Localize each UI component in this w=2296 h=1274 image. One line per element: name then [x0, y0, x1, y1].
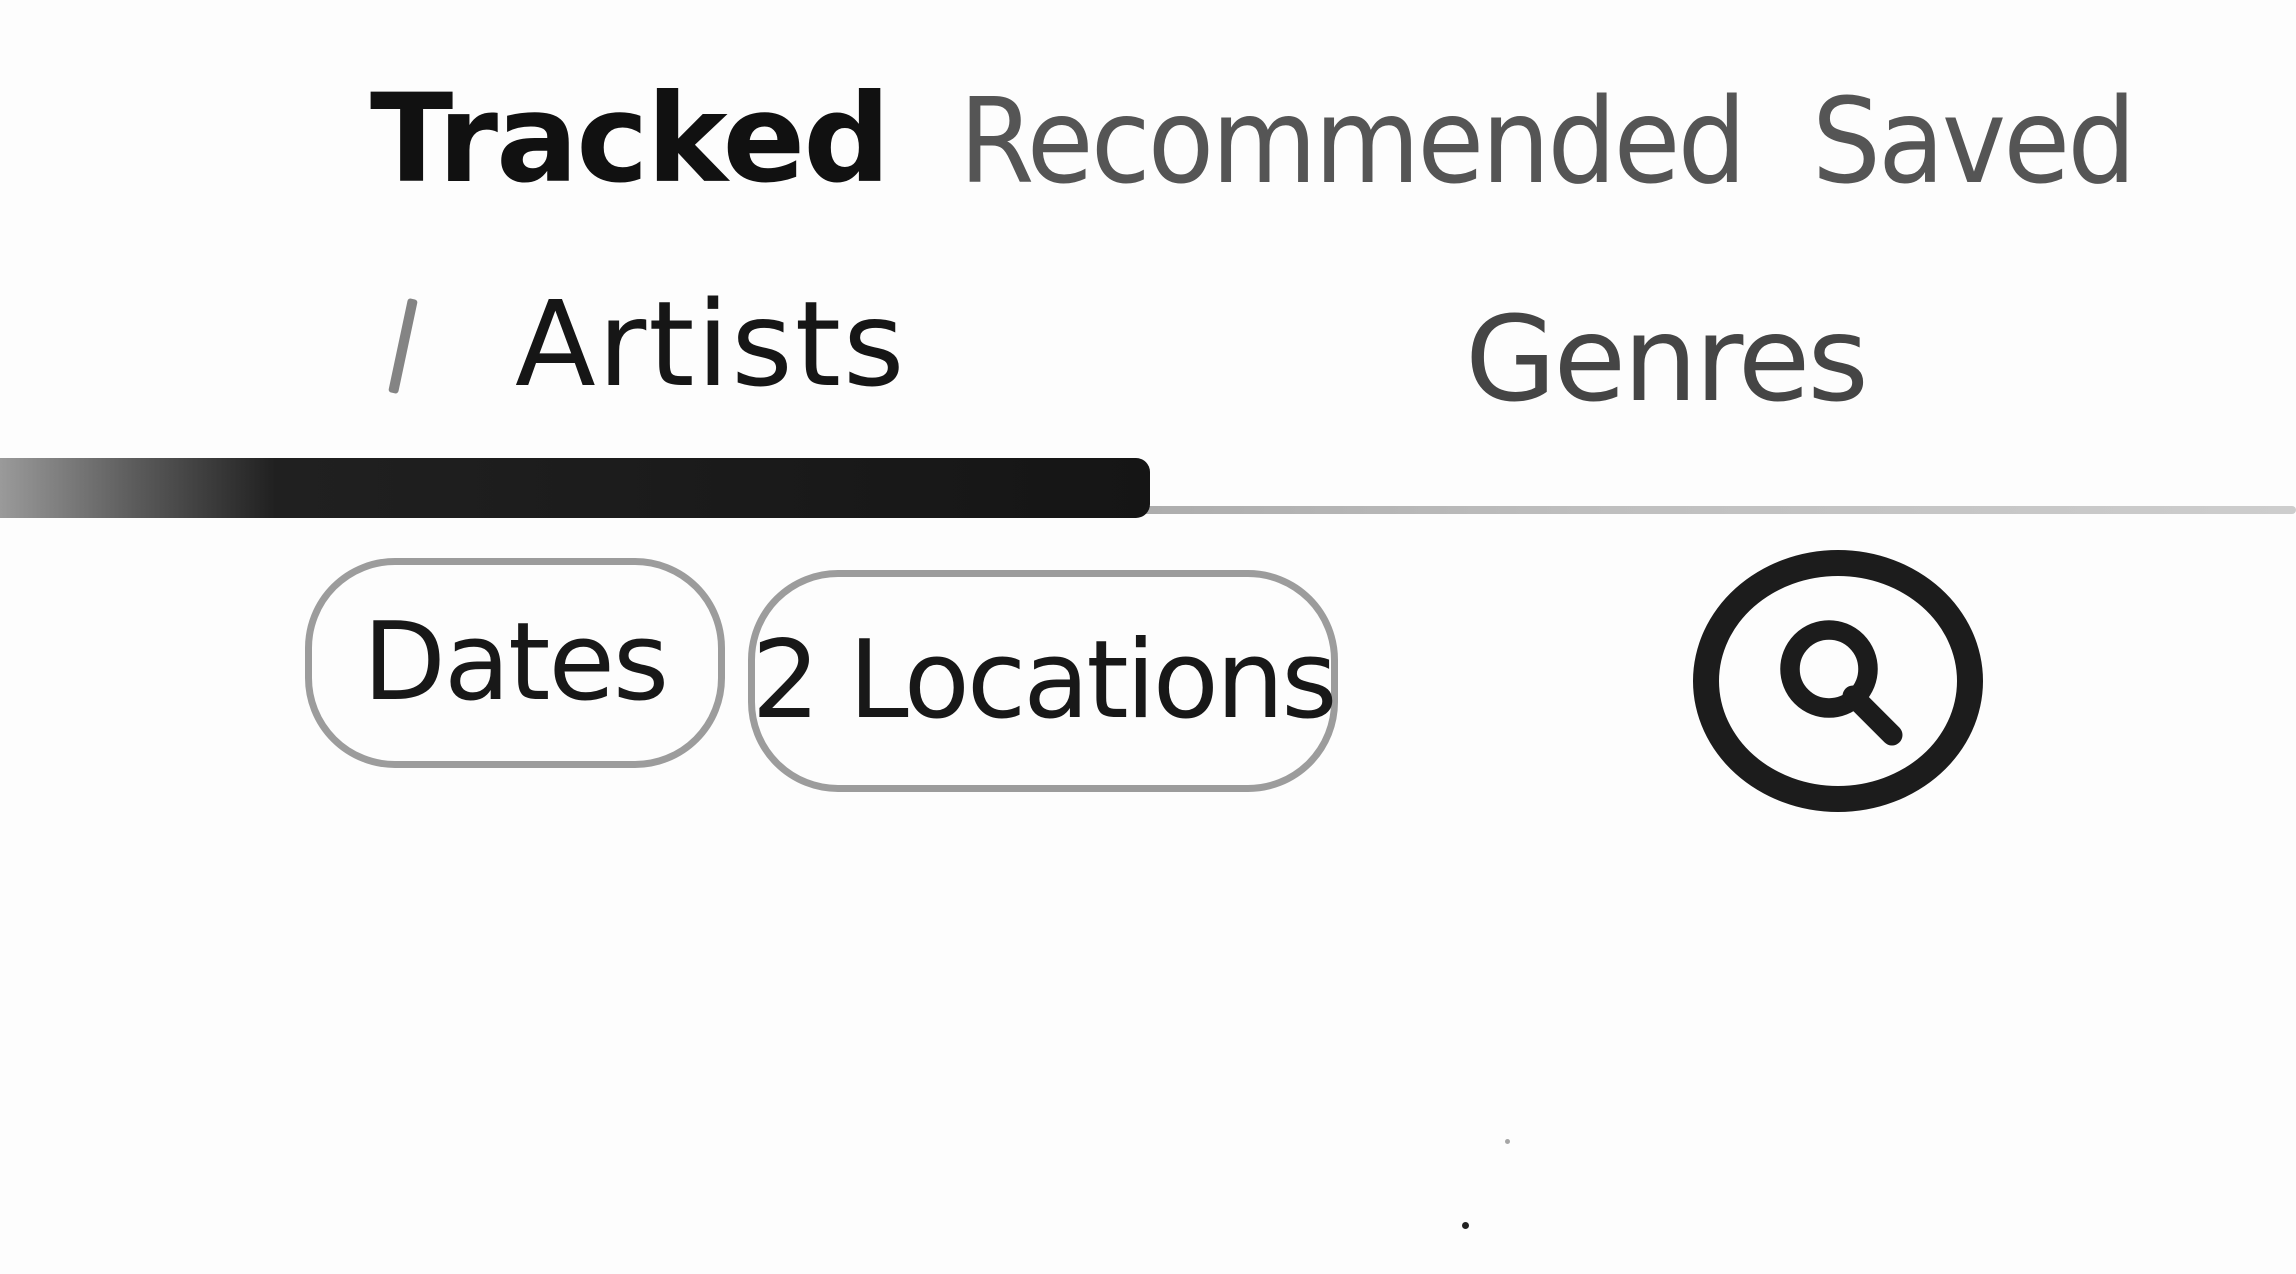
primary-tabs: Tracked Recommended Saved	[370, 40, 2161, 200]
paper-speck	[1462, 1222, 1469, 1229]
locations-filter-label: 2 Locations	[751, 618, 1337, 743]
dates-filter-chip[interactable]: Dates	[305, 558, 725, 768]
paper-speck	[1505, 1139, 1510, 1144]
sketch-sheet: Tracked Recommended Saved Artists Genres…	[0, 0, 2296, 1274]
subtab-genres[interactable]: Genres	[1465, 300, 1869, 418]
search-button[interactable]	[1693, 550, 1983, 812]
tab-recommended[interactable]: Recommended	[959, 82, 1747, 200]
active-tab-indicator	[0, 458, 1150, 518]
subtab-artists[interactable]: Artists	[515, 285, 907, 403]
pencil-stroke-mark	[388, 298, 418, 394]
locations-filter-chip[interactable]: 2 Locations	[748, 570, 1338, 792]
tab-tracked[interactable]: Tracked	[370, 78, 891, 200]
search-icon	[1780, 620, 1903, 746]
dates-filter-label: Dates	[362, 600, 669, 725]
tab-saved[interactable]: Saved	[1812, 82, 2136, 200]
